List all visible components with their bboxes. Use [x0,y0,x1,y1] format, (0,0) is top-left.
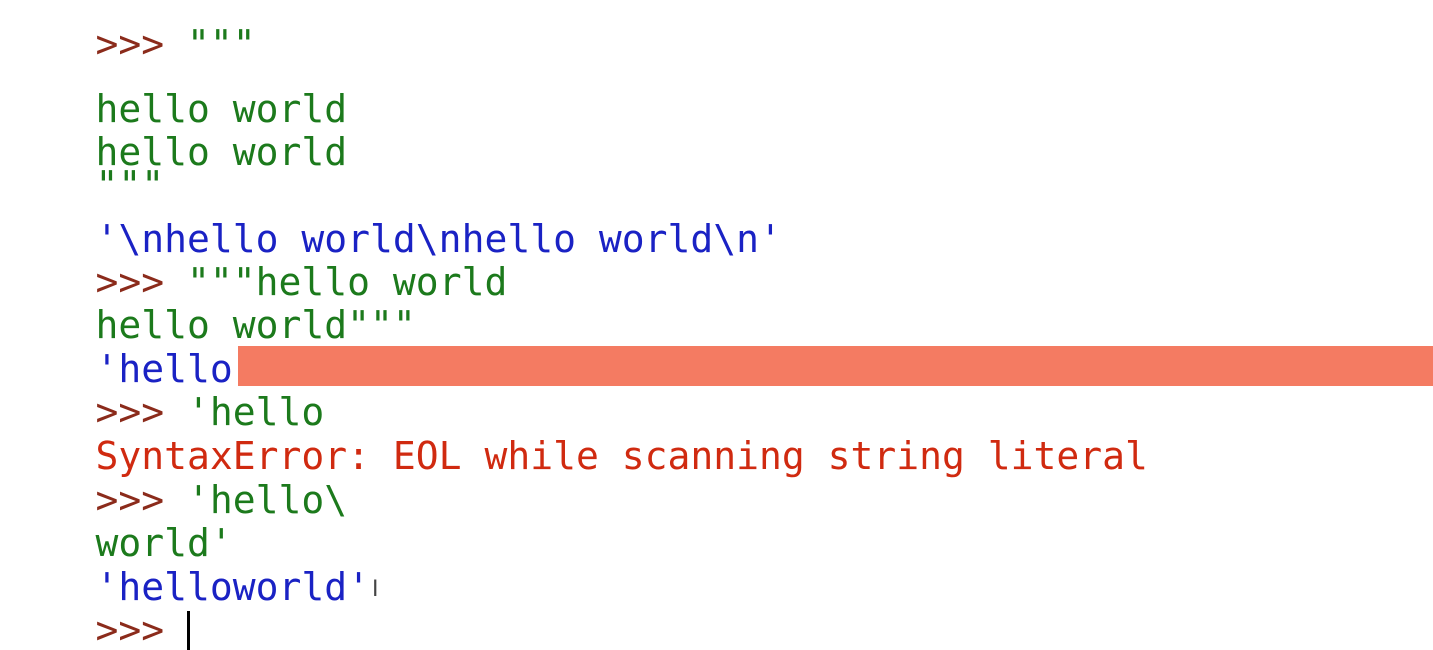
prompt-marker: >>> [95,607,188,650]
shell-line-14[interactable]: >>> [4,565,191,650]
shell-line-2: hello world [4,44,348,131]
shell-line-6: >>> """hello world [4,217,508,304]
shell-line-1: >>> """ [4,0,256,66]
shell-line-4: """ [4,120,165,207]
shell-line-5: '\nhello world\nhello world\n' [4,174,782,261]
python-shell[interactable]: >>> """ hello world hello world """ '\nh… [0,0,1433,650]
text-caret[interactable] [187,610,191,650]
error-highlight-bar [238,346,1433,386]
shell-line-11: >>> 'hello\ [4,435,348,522]
shell-line-13: 'helloworld' [4,522,371,609]
shell-line-8: 'hello world\nhello world' [4,304,691,391]
shell-line-9: >>> 'hello [4,347,325,434]
shell-line-10: SyntaxError: EOL while scanning string l… [4,391,1148,478]
text-cursor-ibeam-icon: I [372,577,379,602]
shell-line-7: hello world""" [4,260,416,347]
shell-line-12: world' [4,478,233,565]
